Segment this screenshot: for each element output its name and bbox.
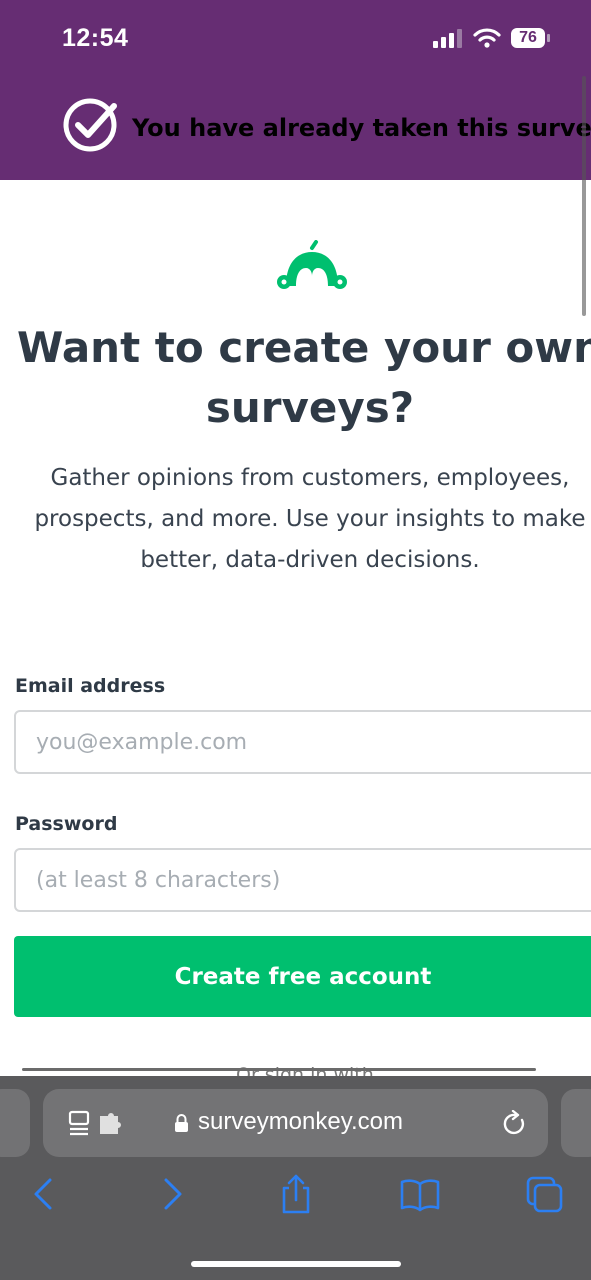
- battery-icon: 76: [511, 28, 551, 48]
- password-field-container: [14, 848, 591, 912]
- wifi-icon: [473, 28, 501, 48]
- home-indicator[interactable]: [191, 1261, 401, 1267]
- headline-line-1: Want to create your own: [17, 323, 591, 372]
- email-field-container: [14, 710, 591, 774]
- back-icon[interactable]: [22, 1172, 66, 1216]
- next-tab-preview[interactable]: [561, 1089, 591, 1157]
- page-description: Gather opinions from customers, employee…: [0, 458, 591, 581]
- tabs-icon[interactable]: [522, 1172, 566, 1216]
- email-label: Email address: [15, 675, 166, 697]
- url-text[interactable]: surveymonkey.com: [198, 1108, 403, 1136]
- status-time: 12:54: [62, 24, 129, 52]
- description-line-1: Gather opinions from customers, employee…: [50, 465, 570, 491]
- description-line-2: prospects, and more. Use your insights t…: [34, 506, 586, 532]
- bookmarks-icon[interactable]: [398, 1172, 442, 1216]
- banner-message: You have already taken this survey: [132, 114, 591, 142]
- divider: [22, 1068, 536, 1071]
- create-account-button[interactable]: Create free account: [14, 936, 591, 1017]
- headline-line-2: surveys?: [205, 383, 415, 432]
- status-bar: 12:54 76: [0, 0, 591, 80]
- status-icons: 76: [433, 28, 551, 48]
- password-field[interactable]: [16, 850, 591, 910]
- lock-icon: [175, 1114, 188, 1132]
- share-icon[interactable]: [274, 1172, 318, 1216]
- previous-tab-preview[interactable]: [0, 1089, 30, 1157]
- description-line-3: better, data-driven decisions.: [140, 547, 480, 573]
- page-scrollbar[interactable]: [582, 76, 586, 316]
- signal-icon: [433, 29, 462, 48]
- check-circle-icon: [63, 98, 117, 152]
- email-field[interactable]: [16, 712, 591, 772]
- create-account-label: Create free account: [174, 963, 432, 990]
- battery-level: 76: [519, 29, 537, 46]
- reader-mode-icon[interactable]: [68, 1110, 126, 1138]
- surveymonkey-logo-icon: [277, 240, 347, 289]
- page-title: Want to create your own surveys?: [0, 318, 591, 438]
- reload-icon[interactable]: [502, 1110, 528, 1138]
- password-label: Password: [15, 813, 118, 835]
- forward-icon[interactable]: [150, 1172, 194, 1216]
